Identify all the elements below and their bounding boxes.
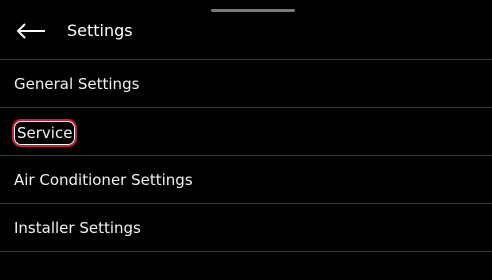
- menu-item-service[interactable]: Service: [0, 108, 492, 156]
- arrow-left-icon: [16, 23, 45, 39]
- page-title: Settings: [67, 21, 133, 40]
- back-button[interactable]: [14, 18, 48, 44]
- menu-item-label: Air Conditioner Settings: [14, 171, 193, 189]
- menu-item-label: General Settings: [14, 75, 140, 93]
- menu-item-label: Service: [12, 119, 78, 147]
- menu-item-general-settings[interactable]: General Settings: [0, 60, 492, 108]
- settings-screen: Settings General Settings Service Air Co…: [0, 0, 492, 280]
- menu-item-label: Installer Settings: [14, 219, 141, 237]
- settings-menu: General Settings Service Air Conditioner…: [0, 60, 492, 252]
- menu-item-air-conditioner-settings[interactable]: Air Conditioner Settings: [0, 156, 492, 204]
- menu-item-installer-settings[interactable]: Installer Settings: [0, 204, 492, 252]
- header-bar: Settings: [0, 0, 492, 60]
